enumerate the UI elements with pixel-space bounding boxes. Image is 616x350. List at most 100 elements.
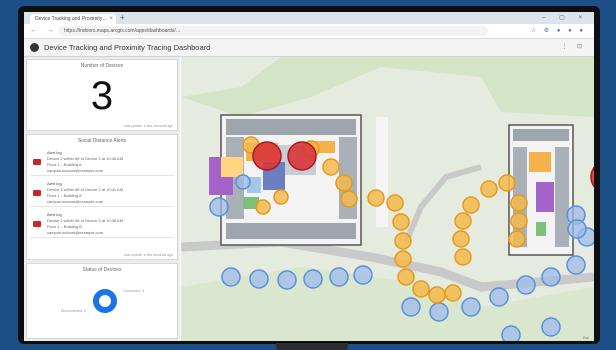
room-green bbox=[536, 222, 546, 236]
room-block bbox=[226, 119, 356, 135]
window-controls[interactable]: – ▢ × bbox=[542, 12, 588, 24]
device-trace-point[interactable] bbox=[566, 255, 586, 275]
device-trace-point[interactable] bbox=[249, 269, 269, 289]
device-trace-point[interactable] bbox=[394, 250, 412, 268]
device-trace-point[interactable] bbox=[429, 302, 449, 322]
browser-window: Device Tracking and Proximity… × + – ▢ ×… bbox=[24, 12, 594, 341]
device-trace-point[interactable] bbox=[508, 230, 526, 248]
device-trace-point[interactable] bbox=[541, 317, 561, 337]
left-panel-column: Number of Devices 3 Last update: a few s… bbox=[24, 57, 180, 341]
room-block bbox=[513, 129, 569, 141]
device-trace-point[interactable] bbox=[510, 212, 528, 230]
new-tab-button[interactable]: + bbox=[120, 13, 125, 22]
device-trace-point[interactable] bbox=[567, 219, 587, 239]
status-title: Status of Devices bbox=[82, 267, 122, 273]
extension-icons[interactable]: ☆ ⚙ ● ● ● bbox=[531, 24, 586, 38]
device-trace-point[interactable] bbox=[322, 158, 340, 176]
alerts-panel: Social Distance Alerts Alert log Device … bbox=[26, 134, 178, 260]
device-trace-point[interactable] bbox=[221, 267, 241, 287]
device-trace-point[interactable] bbox=[401, 297, 421, 317]
room-block bbox=[555, 147, 569, 247]
device-trace-point[interactable] bbox=[454, 248, 472, 266]
alert-location: Floor 1 – Building A bbox=[47, 162, 82, 167]
device-trace-point[interactable] bbox=[235, 174, 251, 190]
device-count-value: 3 bbox=[90, 74, 114, 118]
device-trace-point[interactable] bbox=[335, 174, 353, 192]
device-trace-point[interactable] bbox=[510, 194, 528, 212]
room-yellow bbox=[221, 157, 243, 177]
donut-slice-connected[interactable] bbox=[93, 289, 117, 313]
tab-title: Device Tracking and Proximity… bbox=[35, 16, 108, 22]
device-trace-point[interactable] bbox=[489, 287, 509, 307]
alert-contact: campus.indoors@example.com bbox=[47, 168, 104, 173]
device-trace-point[interactable] bbox=[329, 267, 349, 287]
device-trace-point[interactable] bbox=[397, 268, 415, 286]
device-trace-point[interactable] bbox=[392, 213, 410, 231]
alert-item[interactable]: Alert log Device 1 within 6ft of Device … bbox=[30, 179, 174, 207]
dashboard-title: Device Tracking and Proximity Tracing Da… bbox=[44, 43, 211, 52]
alerts-title: Social Distance Alerts bbox=[77, 138, 127, 144]
device-count-footer: Last update: a few seconds ago bbox=[123, 124, 173, 128]
device-trace-point[interactable] bbox=[367, 189, 385, 207]
device-trace-point[interactable] bbox=[480, 180, 498, 198]
device-trace-point[interactable] bbox=[412, 280, 430, 298]
device-trace-point[interactable] bbox=[461, 297, 481, 317]
dashboard-header: Device Tracking and Proximity Tracing Da… bbox=[24, 39, 594, 57]
alert-item[interactable]: Alert log Device 1 within 6ft of Device … bbox=[30, 210, 174, 238]
active-device-marker[interactable] bbox=[252, 141, 282, 171]
device-trace-point[interactable] bbox=[541, 267, 561, 287]
device-trace-point[interactable] bbox=[273, 189, 289, 205]
status-donut-chart[interactable] bbox=[93, 289, 117, 313]
alert-location: Floor 1 – Building B bbox=[47, 224, 82, 229]
alert-icon bbox=[33, 159, 41, 165]
device-count-title: Number of Devices bbox=[80, 63, 124, 69]
close-tab-icon[interactable]: × bbox=[109, 14, 113, 24]
alerts-footer: Last update: a few seconds ago bbox=[123, 253, 173, 257]
alert-contact: campus.indoors@example.com bbox=[47, 199, 104, 204]
room-block bbox=[226, 223, 356, 239]
room-purple bbox=[536, 182, 554, 212]
device-trace-point[interactable] bbox=[303, 269, 323, 289]
alert-detail: Device 1 within 6ft of Device 2 at 10:41… bbox=[47, 187, 124, 192]
tab-bar: Device Tracking and Proximity… × + – ▢ × bbox=[24, 12, 594, 24]
device-trace-point[interactable] bbox=[353, 265, 373, 285]
campus-map[interactable]: Esri bbox=[181, 57, 594, 341]
device-trace-point[interactable] bbox=[255, 199, 271, 215]
device-count-panel: Number of Devices 3 Last update: a few s… bbox=[26, 59, 178, 131]
alert-location: Floor 1 – Building A bbox=[47, 193, 82, 198]
alert-detail: Device 1 within 6ft of Device 3 at 10:38… bbox=[47, 218, 124, 223]
room-orange bbox=[529, 152, 551, 172]
device-trace-point[interactable] bbox=[394, 232, 412, 250]
status-panel: Status of Devices Connected: 3 Disconnec… bbox=[26, 263, 178, 339]
address-bar-row: ← → ⟳ https://indoors.maps.arcgis.com/ap… bbox=[24, 24, 594, 39]
device-trace-point[interactable] bbox=[498, 174, 516, 192]
device-trace-point[interactable] bbox=[277, 270, 297, 290]
alert-name: Alert log bbox=[47, 150, 62, 155]
walkway bbox=[376, 117, 388, 227]
alert-item[interactable]: Alert log Device 2 within 6ft of Device … bbox=[30, 148, 174, 176]
device-trace-point[interactable] bbox=[209, 197, 229, 217]
device-trace-point[interactable] bbox=[462, 196, 480, 214]
alerts-list: Alert log Device 2 within 6ft of Device … bbox=[30, 148, 174, 241]
device-trace-point[interactable] bbox=[444, 284, 462, 302]
device-trace-point[interactable] bbox=[454, 212, 472, 230]
status-label-connected: Connected: 3 bbox=[123, 289, 144, 293]
alert-icon bbox=[33, 190, 41, 196]
alert-contact: campus.indoors@example.com bbox=[47, 230, 104, 235]
device-trace-point[interactable] bbox=[428, 286, 446, 304]
browser-tab[interactable]: Device Tracking and Proximity… × bbox=[30, 14, 116, 24]
device-trace-point[interactable] bbox=[386, 194, 404, 212]
monitor-stand bbox=[276, 343, 348, 350]
device-trace-point[interactable] bbox=[340, 190, 358, 208]
device-trace-point[interactable] bbox=[516, 275, 536, 295]
alert-name: Alert log bbox=[47, 212, 62, 217]
alert-name: Alert log bbox=[47, 181, 62, 186]
active-device-marker[interactable] bbox=[287, 141, 317, 171]
url-field[interactable]: https://indoors.maps.arcgis.com/apps/das… bbox=[58, 26, 488, 36]
device-trace-point[interactable] bbox=[501, 325, 521, 341]
app-logo-icon bbox=[30, 43, 39, 52]
alert-icon bbox=[33, 221, 41, 227]
header-icons[interactable]: ⋮ ⊡ bbox=[561, 39, 586, 56]
device-trace-point[interactable] bbox=[452, 230, 470, 248]
alert-detail: Device 2 within 6ft of Device 3 at 10:45… bbox=[47, 156, 124, 161]
